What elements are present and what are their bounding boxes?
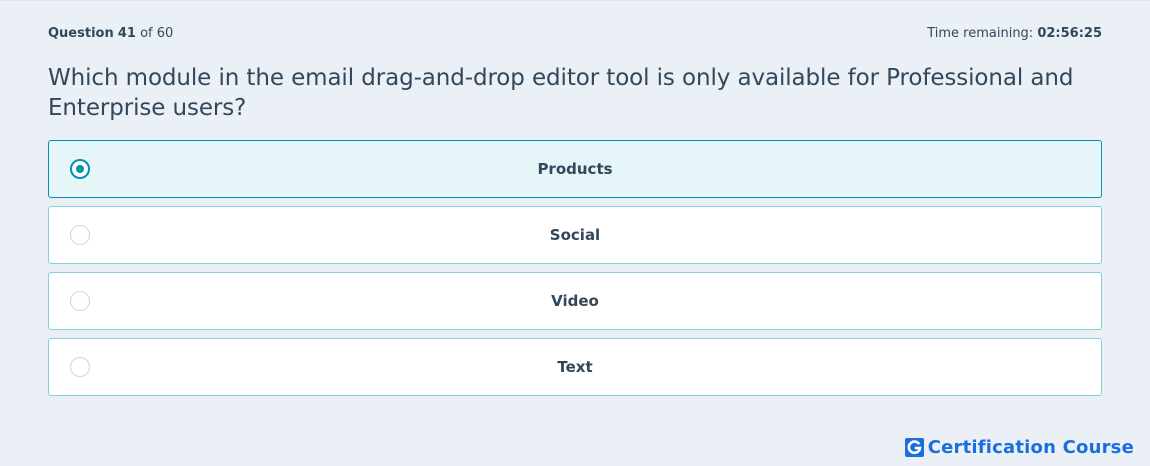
radio-button[interactable] xyxy=(70,357,90,377)
brand-text: Certification Course xyxy=(927,436,1134,458)
time-remaining-value: 02:56:25 xyxy=(1037,25,1102,41)
top-divider xyxy=(0,0,1150,1)
question-number: 41 xyxy=(117,25,136,41)
answer-option[interactable]: Video xyxy=(48,272,1102,330)
answer-option-label: Products xyxy=(537,160,613,178)
time-remaining: Time remaining: 02:56:25 xyxy=(927,26,1102,41)
radio-button[interactable] xyxy=(70,291,90,311)
g-logo-icon xyxy=(904,437,924,457)
time-remaining-label: Time remaining: xyxy=(927,25,1034,41)
brand-logo: Certification Course xyxy=(904,436,1134,458)
quiz-header: Question 41 of 60 Time remaining: 02:56:… xyxy=(48,24,1102,42)
question-counter-label: Question xyxy=(48,25,114,41)
question-counter: Question 41 of 60 xyxy=(48,26,173,41)
question-text: Which module in the email drag-and-drop … xyxy=(48,65,1074,121)
radio-button[interactable] xyxy=(70,159,90,179)
answer-option-label: Social xyxy=(549,226,601,244)
radio-button[interactable] xyxy=(70,225,90,245)
answer-option[interactable]: Products xyxy=(48,140,1102,198)
answer-option-label: Video xyxy=(551,292,599,310)
answer-options: Products Social Video Text xyxy=(48,140,1102,404)
answer-option[interactable]: Social xyxy=(48,206,1102,264)
question-total: of 60 xyxy=(140,25,174,41)
answer-option[interactable]: Text xyxy=(48,338,1102,396)
answer-option-label: Text xyxy=(557,358,593,376)
